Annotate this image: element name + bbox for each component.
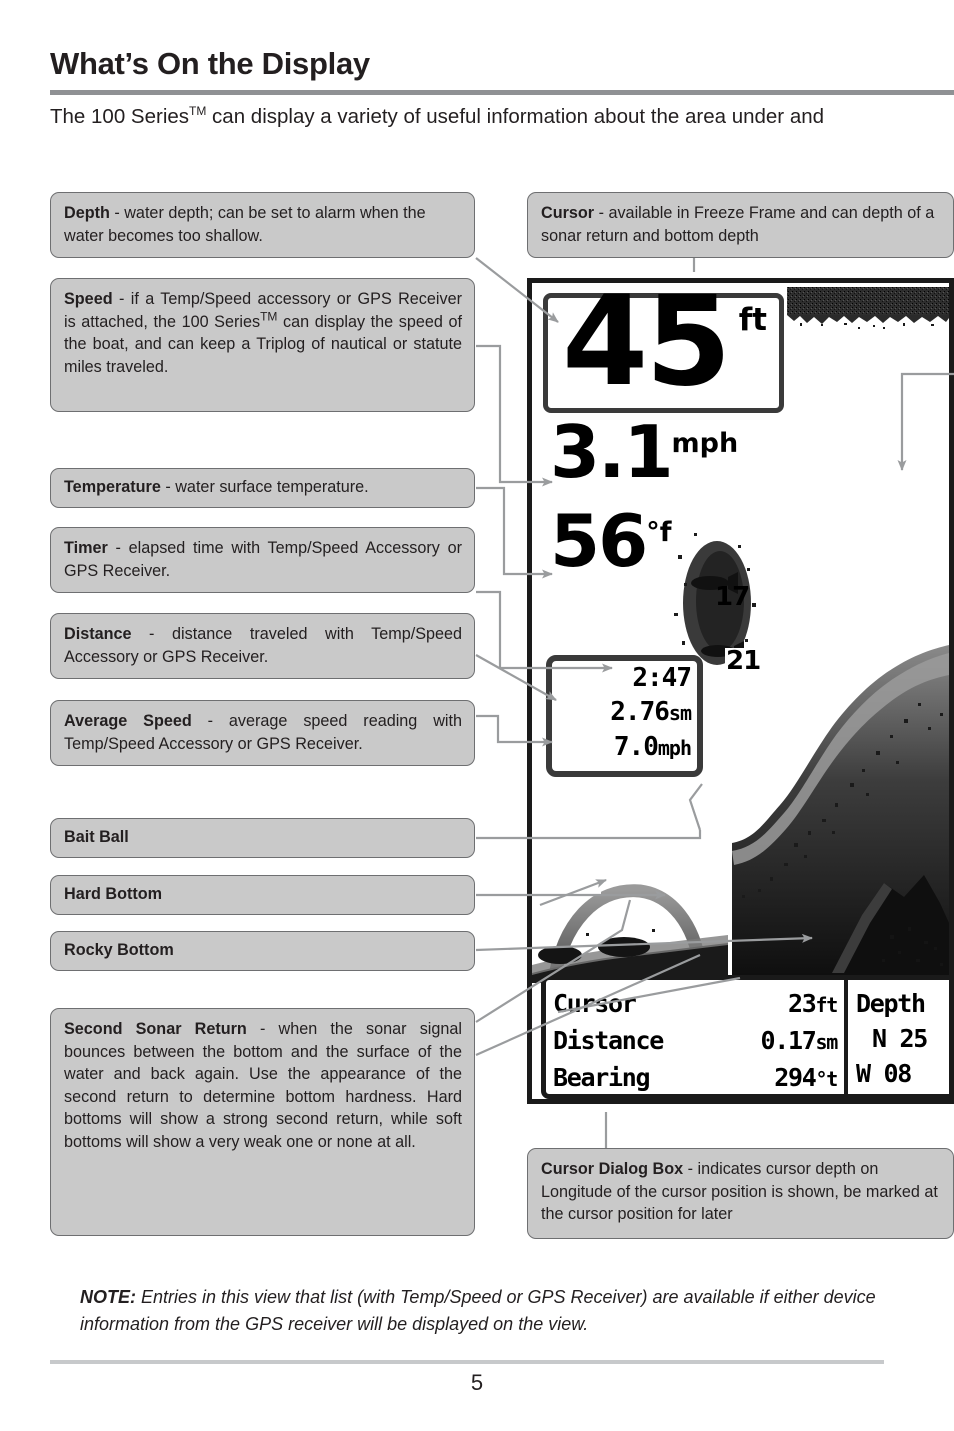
callout-depth-body: - water depth; can be set to alarm when … <box>64 204 426 245</box>
cursor-dialog-value-distance: 0.17sm <box>760 1023 839 1060</box>
triplog-average-speed: 7.0mph <box>552 730 697 765</box>
depth-value: 45 <box>562 278 732 414</box>
callout-temperature-term: Temperature <box>64 478 161 496</box>
cursor-depth-units: ft <box>815 993 839 1017</box>
note-paragraph: NOTE: Entries in this view that list (wi… <box>80 1284 940 1338</box>
cursor-dialog-left-panel: Cursor 23ft Distance 0.17sm Bearing 294°… <box>546 980 848 1094</box>
callout-speed-term: Speed <box>64 290 113 308</box>
cursor-bearing-value: 294 <box>774 1063 817 1092</box>
callout-cursor-dialog-box: Cursor Dialog Box - indicates cursor dep… <box>527 1148 954 1239</box>
callout-average-speed-term: Average Speed <box>64 712 192 730</box>
triplog-distance-value: 2.76 <box>610 697 670 727</box>
temperature-value: 56 <box>550 499 648 583</box>
cursor-dialog-box: Cursor 23ft Distance 0.17sm Bearing 294°… <box>541 975 949 1099</box>
cursor-dialog-depth-label: Depth <box>856 989 926 1018</box>
cursor-dialog-row-distance: Distance 0.17sm <box>553 1023 839 1060</box>
cursor-dialog-row-cursor: Cursor 23ft <box>553 986 839 1023</box>
cursor-dialog-value-bearing: 294°t <box>774 1060 839 1094</box>
callout-distance-term: Distance <box>64 625 132 643</box>
callout-bait-ball-term: Bait Ball <box>64 828 129 846</box>
triplog-timer: 2:47 <box>632 663 692 693</box>
fish-label-upper: 17 <box>715 582 750 612</box>
callout-cursor-dialog-box-term: Cursor Dialog Box <box>541 1160 684 1178</box>
intro-text-post: can display a variety of useful informat… <box>206 105 825 128</box>
cursor-dialog-label-cursor: Cursor <box>553 989 637 1018</box>
cursor-bearing-units: °t <box>815 1067 839 1091</box>
callout-cursor: Cursor - available in Freeze Frame and c… <box>527 192 954 258</box>
title-divider <box>50 90 954 95</box>
triplog-distance: 2.76sm <box>552 695 697 730</box>
cursor-dialog-label-bearing: Bearing <box>553 1063 651 1092</box>
callout-temperature-body: - water surface temperature. <box>160 478 369 496</box>
cursor-distance-units: sm <box>815 1030 839 1054</box>
footer-divider <box>50 1360 884 1364</box>
triplog-box: 2:47 2.76sm 7.0mph <box>546 655 703 777</box>
callout-distance: Distance - distance traveled with Temp/S… <box>50 613 475 679</box>
speed-value: 3.1 <box>550 410 674 494</box>
callout-cursor-body: - available in Freeze Frame and can dept… <box>541 204 935 245</box>
callout-timer-body: - elapsed time with Temp/Speed Accessory… <box>64 539 462 580</box>
trademark-symbol: TM <box>189 104 207 119</box>
callout-second-sonar-return: Second Sonar Return - when the sonar sig… <box>50 1008 475 1236</box>
callout-speed-trademark: TM <box>260 309 278 324</box>
callout-rocky-bottom: Rocky Bottom <box>50 931 475 971</box>
callout-cursor-term: Cursor <box>541 204 595 222</box>
callout-depth: Depth - water depth; can be set to alarm… <box>50 192 475 258</box>
speed-units: mph <box>671 428 739 459</box>
callout-timer: Timer - elapsed time with Temp/Speed Acc… <box>50 527 475 593</box>
cursor-dialog-value-cursor: 23ft <box>788 986 839 1023</box>
speed-readout: 3.1mph <box>550 416 738 488</box>
depth-units: ft <box>738 302 767 338</box>
intro-paragraph: The 100 SeriesTM can display a variety o… <box>50 104 940 130</box>
triplog-distance-units: sm <box>668 701 692 725</box>
cursor-dialog-right-panel: Depth N 25 W 08 <box>848 980 949 1094</box>
callout-second-sonar-return-term: Second Sonar Return <box>64 1020 247 1038</box>
triplog-average-speed-units: mph <box>657 736 692 760</box>
callout-rocky-bottom-term: Rocky Bottom <box>64 941 174 959</box>
callout-second-sonar-return-body: - when the sonar signal bounces between … <box>64 1020 462 1151</box>
note-label: NOTE: <box>80 1287 136 1307</box>
triplog-average-speed-value: 7.0 <box>613 732 659 762</box>
temperature-units: °f <box>646 517 672 548</box>
callout-hard-bottom: Hard Bottom <box>50 875 475 915</box>
intro-text-pre: The 100 Series <box>50 105 190 128</box>
callout-depth-term: Depth <box>64 204 110 222</box>
callout-hard-bottom-term: Hard Bottom <box>64 885 163 903</box>
callout-bait-ball: Bait Ball <box>50 818 475 858</box>
callout-timer-term: Timer <box>64 539 108 557</box>
cursor-distance-value: 0.17 <box>760 1026 817 1055</box>
sonar-display-screen: 45 ft 3.1mph 56°f 2:47 2.76sm 7.0mph 17 … <box>527 278 954 1104</box>
cursor-dialog-label-distance: Distance <box>553 1026 664 1055</box>
depth-readout: 45 ft <box>543 283 784 413</box>
callout-temperature: Temperature - water surface temperature. <box>50 468 475 508</box>
temperature-readout: 56°f <box>550 505 671 577</box>
note-body: Entries in this view that list (with Tem… <box>80 1287 876 1334</box>
cursor-dialog-longitude: W 08 <box>856 1059 912 1088</box>
cursor-dialog-latitude: N 25 <box>872 1024 928 1053</box>
callout-average-speed: Average Speed - average speed reading wi… <box>50 700 475 766</box>
callout-speed: Speed - if a Temp/Speed accessory or GPS… <box>50 278 475 412</box>
cursor-depth-value: 23 <box>788 989 817 1018</box>
fish-label-lower: 21 <box>725 646 761 676</box>
page-title: What’s On the Display <box>50 46 370 81</box>
cursor-dialog-row-bearing: Bearing 294°t <box>553 1060 839 1094</box>
page-number: 5 <box>470 1370 484 1395</box>
